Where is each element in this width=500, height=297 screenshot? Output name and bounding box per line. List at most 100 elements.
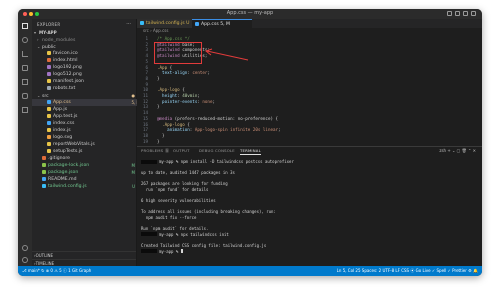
source-control-icon[interactable] xyxy=(22,51,28,57)
terminal-line: my-app % npm install -D tailwindcss post… xyxy=(141,159,294,164)
file-type-icon xyxy=(47,148,51,153)
run-debug-icon[interactable] xyxy=(22,65,28,71)
tree-file[interactable]: robots.txt xyxy=(32,85,146,92)
tree-file[interactable]: .gitignore xyxy=(32,155,141,162)
tree-file[interactable]: README.md xyxy=(32,176,141,183)
tree-file[interactable]: tailwind.config.js U xyxy=(32,183,141,190)
tree-file[interactable]: logo512.png xyxy=(32,71,146,78)
code-text: } xyxy=(157,138,160,144)
tree-file[interactable]: logo.svg xyxy=(32,134,146,141)
terminal-cursor xyxy=(180,249,183,254)
file-type-icon xyxy=(47,85,51,90)
modified-dot-icon: ● xyxy=(131,93,136,98)
toggle-secondary-sidebar-icon[interactable] xyxy=(463,11,468,16)
tree-item-label: manifest.json xyxy=(53,79,84,84)
tree-file[interactable]: index.js xyxy=(32,127,146,134)
tree-item-label: .gitignore xyxy=(48,156,70,161)
git-status-badge: U xyxy=(132,184,135,189)
explorer-sidebar: EXPLORER ··· ▾ MY-APP › node_modules ⌄ publi… xyxy=(32,19,146,266)
tree-item-label: robots.txt xyxy=(53,86,76,91)
terminal-line: up to date, audited 1447 packages in 3s xyxy=(141,170,235,176)
tree-item-label: index.html xyxy=(53,58,78,63)
code-editor[interactable]: 1/* App.css */2 @tailwind base; 3 @tailwind… xyxy=(137,34,482,146)
tree-file[interactable]: App.css 5, M xyxy=(32,99,146,106)
tree-folder[interactable]: › node_modules xyxy=(32,36,141,43)
tree-item-label: logo512.png xyxy=(53,72,82,77)
tab-debug-console[interactable]: DEBUG CONSOLE xyxy=(199,148,235,153)
redacted-username xyxy=(141,249,157,254)
tree-file[interactable]: reportWebVitals.js xyxy=(32,141,146,148)
tree-folder[interactable]: ⌄ src ● xyxy=(32,92,141,99)
tree-item-label: reportWebVitals.js xyxy=(53,142,95,147)
status-left[interactable]: ⎇ main* ↻ ⊗ 0 ⚠ 5 ⓘ 1 Git Graph xyxy=(22,266,91,276)
tree-item-label: App.js xyxy=(53,107,68,112)
project-folder[interactable]: ▾ MY-APP xyxy=(32,29,136,36)
tab-problems[interactable]: PROBLEMS 5 xyxy=(141,148,170,153)
remote-explorer-icon[interactable] xyxy=(22,93,28,99)
outline-section[interactable]: ›OUTLINE xyxy=(32,251,136,259)
editor-tabs: tailwind.config.js U App.css 5, M xyxy=(137,19,482,28)
tree-file[interactable]: package.json M xyxy=(32,169,141,176)
tree-file[interactable]: logo192.png xyxy=(32,64,146,71)
file-type-icon xyxy=(42,162,46,167)
testing-icon[interactable] xyxy=(22,107,28,113)
search-icon[interactable] xyxy=(22,37,28,43)
status-right[interactable]: Ln 5, Col 25 Spaces: 2 UTF-8 LF CSS ⦿ Go… xyxy=(337,266,478,276)
window-title: App.css — my-app xyxy=(226,10,274,16)
tree-file[interactable]: package-lock.json M xyxy=(32,162,141,169)
vscode-window: App.css — my-app EXPLORER ··· ▾ MY-APP › n… xyxy=(18,9,482,276)
tree-file[interactable]: manifest.json xyxy=(32,78,146,85)
terminal-line: To address all issues (including breakin… xyxy=(141,209,276,215)
file-type-icon xyxy=(47,71,51,76)
redacted-username xyxy=(141,159,157,164)
tailwind-file-icon xyxy=(140,20,144,25)
tree-item-label: package-lock.json xyxy=(48,163,90,168)
tab-tailwind-config[interactable]: tailwind.config.js U xyxy=(137,19,195,28)
terminal-actions[interactable]: zsh + ⌄ ▢ 🗑 ⌃ ✕ xyxy=(439,148,476,153)
file-type-icon xyxy=(47,113,51,118)
extensions-icon[interactable] xyxy=(22,79,28,85)
files-icon[interactable] xyxy=(22,23,28,29)
tree-item-label: App.css xyxy=(53,100,71,105)
terminal-line: my-app % xyxy=(141,249,183,254)
terminal-line: Run `npm audit` for details. xyxy=(141,226,209,232)
terminal-line: my-app % npx tailwindcss init xyxy=(141,232,229,237)
tree-file[interactable]: App.js xyxy=(32,106,146,113)
terminal-line: 6 high severity vulnerabilities xyxy=(141,198,216,204)
explorer-title: EXPLORER xyxy=(37,22,61,27)
tab-terminal[interactable]: TERMINAL xyxy=(240,148,261,155)
tree-file[interactable]: favicon.ico xyxy=(32,50,146,57)
manage-gear-icon[interactable] xyxy=(22,257,28,263)
css-file-icon xyxy=(195,21,199,26)
tab-label: PROBLEMS xyxy=(141,148,164,153)
file-type-icon xyxy=(42,176,46,181)
file-type-icon xyxy=(47,57,51,62)
tree-item-label: App.test.js xyxy=(53,114,78,119)
toggle-panel-icon[interactable] xyxy=(455,11,460,16)
tree-file[interactable]: App.test.js xyxy=(32,113,146,120)
tree-item-label: index.js xyxy=(53,128,71,133)
file-type-icon xyxy=(47,127,51,132)
customize-layout-icon[interactable] xyxy=(471,11,476,16)
file-type-icon xyxy=(47,50,51,55)
tree-file[interactable]: index.css xyxy=(32,120,146,127)
file-type-icon xyxy=(47,120,51,125)
tree-item-label: index.css xyxy=(53,121,75,126)
activity-bar xyxy=(18,19,32,266)
toggle-sidebar-icon[interactable] xyxy=(447,11,452,16)
account-icon[interactable] xyxy=(22,245,28,251)
tree-file[interactable]: setupTests.js xyxy=(32,148,146,155)
tree-file[interactable]: index.html xyxy=(32,57,146,64)
file-type-icon xyxy=(47,78,51,83)
terminal-line: Created Tailwind CSS config file: tailwi… xyxy=(141,243,267,248)
file-type-icon xyxy=(47,99,51,104)
tree-folder[interactable]: ⌄ public xyxy=(32,43,141,50)
git-status-badge: M xyxy=(131,170,135,175)
layout-controls xyxy=(447,11,476,16)
project-name: MY-APP xyxy=(39,30,57,35)
explorer-more-icon[interactable]: ··· xyxy=(126,21,131,27)
tree-item-label: package.json xyxy=(48,170,79,175)
tab-app-css[interactable]: App.css 5, M xyxy=(192,19,252,28)
annotation-arrow xyxy=(204,48,249,61)
tab-output[interactable]: OUTPUT xyxy=(173,148,190,153)
